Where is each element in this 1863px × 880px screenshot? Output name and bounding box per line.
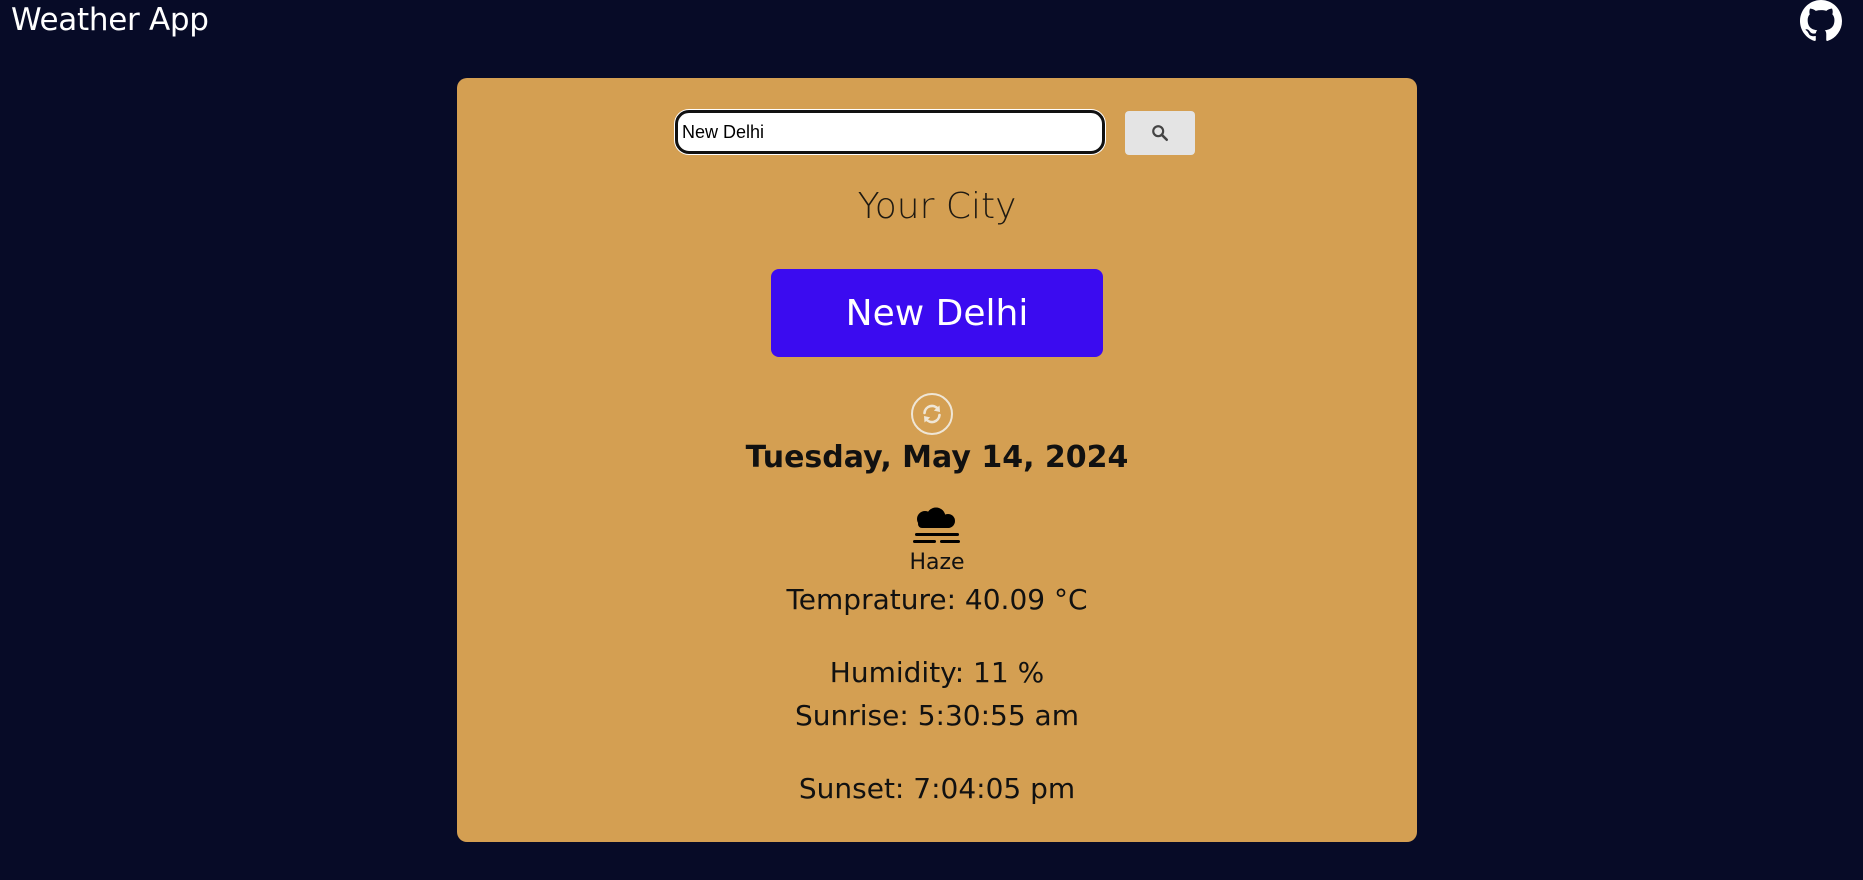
haze-icon (912, 506, 962, 548)
github-icon[interactable] (1800, 0, 1842, 42)
refresh-button[interactable] (911, 393, 953, 435)
temperature-label: Temprature: 40.09 °C (786, 583, 1088, 616)
condition-label: Haze (909, 550, 965, 575)
your-city-heading: Your City (857, 186, 1017, 227)
app-title: Weather App (11, 2, 209, 38)
search-button[interactable] (1125, 111, 1195, 155)
city-name-button[interactable]: New Delhi (771, 269, 1103, 357)
humidity-label: Humidity: 11 % (829, 656, 1045, 689)
sunset-label: Sunset: 7:04:05 pm (798, 772, 1076, 805)
search-input[interactable] (675, 110, 1105, 154)
top-bar: Weather App (0, 0, 1863, 48)
search-icon (1152, 125, 1169, 142)
weather-card: Your City New Delhi Tuesday, May 14, 202… (457, 78, 1417, 842)
date-label: Tuesday, May 14, 2024 (745, 440, 1129, 475)
sunrise-label: Sunrise: 5:30:55 am (795, 699, 1079, 732)
refresh-icon (923, 404, 941, 424)
